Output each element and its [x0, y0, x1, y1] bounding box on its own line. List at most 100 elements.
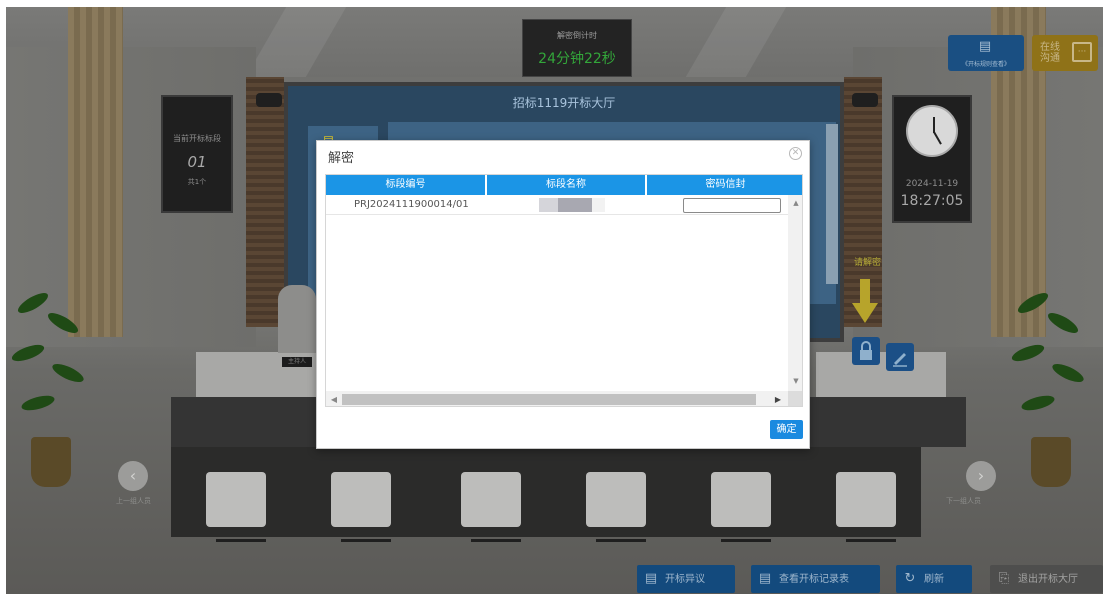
- leaf: [50, 360, 86, 386]
- table-header: 标段编号 标段名称 密码信封: [326, 175, 802, 195]
- online-chat-label: 在线沟通: [1040, 42, 1060, 64]
- column-header-lot-name: 标段名称: [487, 175, 647, 195]
- refresh-label: 刷新: [924, 574, 944, 585]
- exit-hall-label: 退出开标大厅: [1018, 574, 1078, 585]
- view-opening-record-button[interactable]: ▤ 查看开标记录表: [751, 565, 880, 593]
- clock-hand: [933, 131, 942, 145]
- clock-time: 18:27:05: [900, 193, 964, 209]
- leaf: [20, 392, 56, 414]
- right-desk: [816, 352, 946, 400]
- ceiling-beam: [685, 7, 787, 77]
- next-group-button[interactable]: ›: [966, 461, 996, 491]
- view-rules-label: 《开标规则查看》: [961, 61, 1010, 68]
- chat-icon: ···: [1072, 42, 1092, 62]
- scroll-up-icon[interactable]: ▲: [788, 197, 802, 209]
- horizontal-scroll-thumb[interactable]: [342, 394, 756, 405]
- chair-leg: [721, 539, 771, 542]
- screen-scrollbar: [826, 124, 838, 284]
- plant-pot: [1031, 437, 1071, 487]
- refresh-button[interactable]: ↻ 刷新: [896, 565, 972, 593]
- floor-rug: [171, 447, 921, 537]
- exit-hall-button[interactable]: ⎘ 退出开标大厅: [990, 565, 1103, 593]
- unlock-button[interactable]: [852, 337, 880, 365]
- leaf: [1045, 309, 1081, 337]
- prev-group-button[interactable]: ‹: [118, 461, 148, 491]
- chair-leg: [471, 539, 521, 542]
- countdown-value: 24分钟22秒: [538, 51, 616, 67]
- chevron-left-icon: ‹: [129, 466, 137, 485]
- lot-code-cell: PRJ2024111900014/01: [354, 199, 469, 210]
- prev-group-label: 上一组人员: [116, 497, 151, 505]
- countdown-label: 解密倒计时: [557, 31, 597, 40]
- arrow-down-icon: [852, 279, 878, 323]
- plant-right: [1006, 287, 1096, 487]
- password-envelope-input[interactable]: [683, 198, 781, 213]
- next-group-label: 下一组人员: [946, 497, 981, 505]
- table-row: PRJ2024111900014/01: [326, 195, 788, 215]
- decrypt-dialog: 解密 ✕ 标段编号 标段名称 密码信封 PRJ2024111900014/01 …: [316, 140, 810, 449]
- refresh-icon: ↻: [904, 571, 916, 586]
- camera-icon: [256, 93, 282, 107]
- current-lot-number: 01: [187, 153, 207, 171]
- decrypt-hint: 请解密: [854, 258, 882, 268]
- scroll-down-icon[interactable]: ▼: [788, 375, 802, 387]
- chair: [711, 472, 771, 527]
- opening-objection-button[interactable]: ▤ 开标异议: [637, 565, 735, 593]
- chair: [206, 472, 266, 527]
- chair-leg: [596, 539, 646, 542]
- pencil-icon: [893, 353, 907, 367]
- lot-count: 共1个: [187, 178, 207, 186]
- camera-icon: [852, 93, 878, 107]
- clock-board: 2024-11-19 18:27:05: [892, 95, 972, 223]
- scroll-left-icon[interactable]: ◀: [328, 391, 340, 406]
- scrollbar-corner: [788, 391, 802, 406]
- screen-title: 招标1119开标大厅: [512, 96, 616, 110]
- view-rules-button[interactable]: ▤ 《开标规则查看》: [948, 35, 1024, 71]
- leaf: [1050, 360, 1086, 386]
- scroll-right-icon[interactable]: ▶: [772, 391, 784, 406]
- leaf: [1009, 341, 1047, 365]
- online-chat-button[interactable]: 在线沟通 ···: [1032, 35, 1098, 71]
- leaf: [45, 309, 81, 337]
- decrypt-table: 标段编号 标段名称 密码信封 PRJ2024111900014/01 ▲ ▼ ◀…: [325, 174, 803, 407]
- chair: [461, 472, 521, 527]
- document-icon: ▤: [644, 571, 658, 586]
- chair: [836, 472, 896, 527]
- host-avatar: [278, 285, 316, 353]
- view-opening-record-label: 查看开标记录表: [779, 574, 849, 585]
- chair-leg: [341, 539, 391, 542]
- document-icon: ▤: [758, 571, 772, 586]
- ceiling-beam: [245, 7, 347, 77]
- lot-name-redaction: [539, 198, 558, 212]
- leaf: [1020, 392, 1056, 414]
- column-header-password: 密码信封: [705, 179, 746, 190]
- chair: [331, 472, 391, 527]
- document-icon: ▤: [978, 39, 992, 54]
- exit-icon: ⎘: [998, 571, 1010, 586]
- plant-left: [6, 287, 96, 487]
- confirm-button[interactable]: 确定: [770, 420, 803, 439]
- leaf: [1015, 289, 1051, 317]
- chair-leg: [216, 539, 266, 542]
- decrypt-countdown-board: 解密倒计时 24分钟22秒: [522, 19, 632, 77]
- horizontal-scrollbar[interactable]: ◀ ▶: [326, 391, 802, 406]
- plant-pot: [31, 437, 71, 487]
- close-icon[interactable]: ✕: [789, 147, 802, 160]
- lock-icon: [860, 341, 872, 360]
- edit-button[interactable]: [886, 343, 914, 371]
- current-lot-board: 当前开标标段 01 共1个: [161, 95, 233, 213]
- dialog-title: 解密: [328, 151, 355, 166]
- right-desk-front: [806, 397, 966, 447]
- leaf: [9, 341, 47, 365]
- column-header-lot-code: 标段编号: [326, 175, 487, 195]
- chair-leg: [846, 539, 896, 542]
- lot-name-redaction: [558, 198, 592, 212]
- host-name-tag: 主持人: [282, 357, 312, 367]
- chair: [586, 472, 646, 527]
- opening-objection-label: 开标异议: [665, 574, 705, 585]
- vertical-scrollbar[interactable]: ▲ ▼: [788, 195, 802, 391]
- current-lot-label: 当前开标标段: [173, 134, 221, 143]
- clock-icon: [906, 105, 958, 157]
- clock-date: 2024-11-19: [905, 179, 959, 189]
- wood-panel: [246, 77, 284, 327]
